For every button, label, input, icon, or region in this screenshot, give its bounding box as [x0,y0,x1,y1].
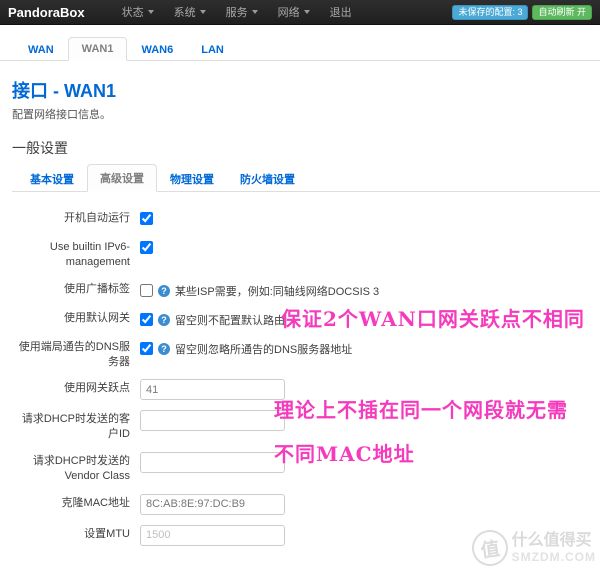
field-label: 使用网关跃点 [64,382,130,395]
nav-item-label: 退出 [329,7,352,19]
help-icon: ? [158,284,170,297]
auto-refresh-badge[interactable]: 自动刷新 开 [532,4,592,20]
subtab-advanced[interactable]: 高级设置 [87,164,157,192]
form-row-clone-mac: 克隆MAC地址 [12,493,600,515]
subtab-firewall[interactable]: 防火墙设置 [227,165,308,192]
page-subtitle: 配置网络接口信息。 [12,109,111,121]
chevron-down-icon [199,10,206,14]
help-icon: ? [158,313,170,326]
form-row-vendor-class: 请求DHCP时发送的Vendor Class [12,451,600,484]
chevron-down-icon [303,10,310,14]
field-label: 使用默认网关 [64,311,130,324]
broadcast-flag-checkbox[interactable] [140,284,153,298]
field-label: 设置MTU [84,527,130,540]
peer-dns-checkbox[interactable] [140,342,153,356]
field-label: 克隆MAC地址 [61,496,130,509]
form-row-peer-dns: 使用端局通告的DNS服务器 ? 留空则忽略所通告的DNS服务器地址 [12,337,600,370]
top-navbar: PandoraBox 状态 系统 服务 网络 退出 未保存的配置: 3 自动刷新… [0,0,600,25]
subtab-basic[interactable]: 基本设置 [17,165,87,192]
section-legend: 一般设置 [12,140,68,156]
chevron-down-icon [251,10,258,14]
help-icon: ? [158,342,170,355]
field-description: 某些ISP需要，例如:同轴线网络DOCSIS 3 [175,285,380,298]
field-description: 留空则不配置默认路由 [175,314,285,327]
nav-item-services[interactable]: 服务 [217,1,267,23]
clone-mac-input[interactable] [140,493,285,515]
mtu-input[interactable] [140,524,285,546]
field-label: 使用端局通告的DNS服务器 [18,340,130,368]
autostart-checkbox[interactable] [140,212,153,225]
form-row-mtu: 设置MTU [12,524,600,546]
interface-tabs: WAN WAN1 WAN6 LAN [0,25,600,61]
form-row-ipv6-management: Use builtin IPv6-management [12,237,600,270]
brand-logo[interactable]: PandoraBox [8,5,85,20]
field-label: 使用广播标签 [64,282,130,295]
form-row-client-id: 请求DHCP时发送的客户ID [12,409,600,442]
form-row-broadcast-flag: 使用广播标签 ? 某些ISP需要，例如:同轴线网络DOCSIS 3 [12,279,600,299]
nav-item-label: 网络 [277,7,300,19]
nav-item-label: 状态 [121,7,144,19]
default-gateway-checkbox[interactable] [140,313,153,327]
watermark-domain: SMZDM.COM [511,549,596,564]
field-label: 开机自动运行 [64,212,130,224]
nav-item-status[interactable]: 状态 [113,1,163,23]
nav-item-label: 服务 [225,7,248,19]
settings-form: 开机自动运行 Use builtin IPv6-management 使用广播标… [12,208,600,546]
dhcp-vendor-class-input[interactable] [140,452,285,474]
unsaved-changes-badge[interactable]: 未保存的配置: 3 [452,4,529,20]
nav-item-network[interactable]: 网络 [269,1,319,23]
nav-item-label: 系统 [173,7,196,19]
nav-item-system[interactable]: 系统 [165,1,215,23]
dhcp-client-id-input[interactable] [140,410,285,432]
field-label: 请求DHCP时发送的Vendor Class [32,455,130,482]
form-row-gateway-metric: 使用网关跃点 [12,378,600,401]
tab-wan6[interactable]: WAN6 [127,38,187,61]
field-description: 留空则忽略所通告的DNS服务器地址 [175,343,353,356]
field-label: 请求DHCP时发送的客户ID [21,413,130,441]
page-title: 接口 - WAN1 [12,81,117,101]
nav-menu: 状态 系统 服务 网络 退出 [113,1,453,23]
settings-subtabs: 基本设置 高级设置 物理设置 防火墙设置 [12,164,600,192]
tab-wan1[interactable]: WAN1 [67,37,128,61]
ipv6-management-checkbox[interactable] [140,241,153,254]
tab-wan[interactable]: WAN [14,38,68,61]
subtab-physical[interactable]: 物理设置 [157,165,227,192]
form-row-default-gateway: 使用默认网关 ? 留空则不配置默认路由 [12,308,600,328]
form-row-autostart: 开机自动运行 [12,208,600,228]
tab-lan[interactable]: LAN [187,38,238,61]
main-content: 接口 - WAN1 配置网络接口信息。 一般设置 基本设置 高级设置 物理设置 … [0,77,600,546]
chevron-down-icon [147,10,154,14]
gateway-metric-input[interactable] [140,379,285,401]
field-label: Use builtin IPv6-management [49,241,130,268]
navbar-badges: 未保存的配置: 3 自动刷新 开 [452,4,592,20]
nav-item-logout[interactable]: 退出 [321,1,361,23]
